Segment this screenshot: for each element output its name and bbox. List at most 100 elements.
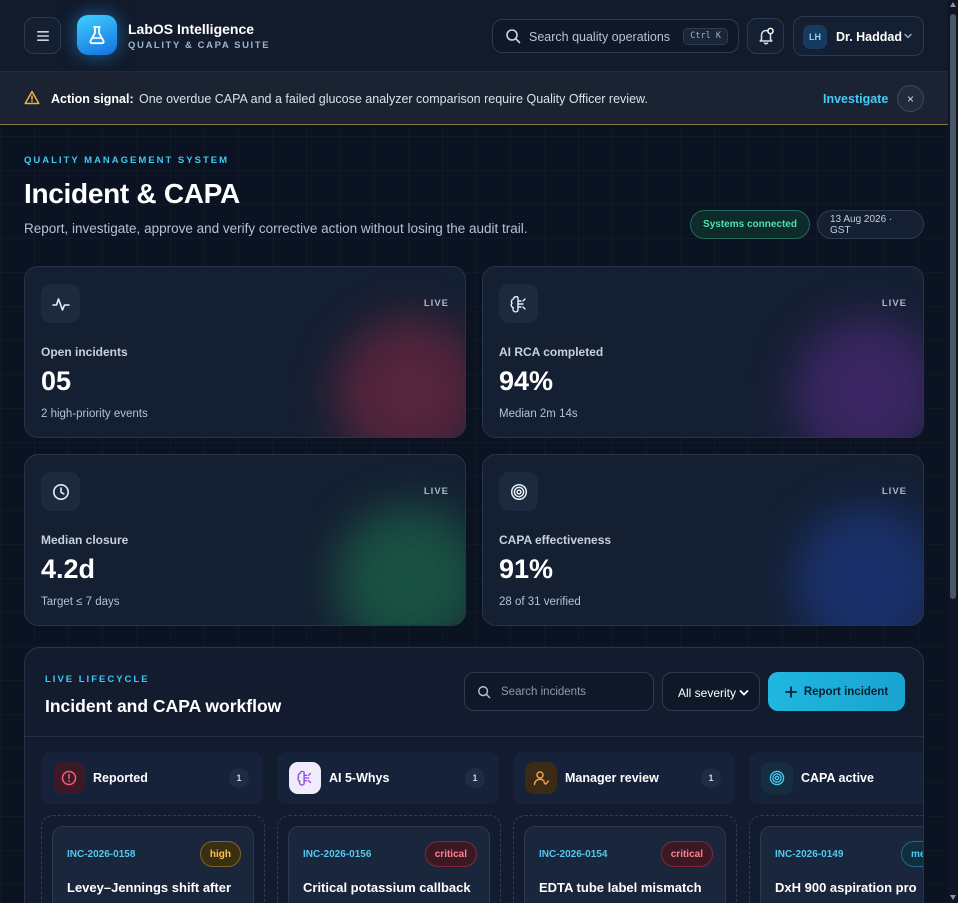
live-tag: LIVE: [881, 298, 907, 309]
column-capa-active: INC-2026-0149 medium DxH 900 aspiration …: [749, 815, 923, 903]
user-name: Dr. Haddad: [836, 30, 902, 44]
kpi-label: Open incidents: [41, 345, 128, 359]
stage-count: 1: [701, 768, 721, 788]
kpi-footnote: Target ≤ 7 days: [41, 596, 120, 608]
stage-count: 1: [465, 768, 485, 788]
incident-card[interactable]: INC-2026-0156 critical Critical potassiu…: [288, 826, 490, 903]
kpi-footnote: 2 high-priority events: [41, 408, 148, 420]
kpi-icon-box: [499, 472, 538, 511]
workflow-panel: LIVE LIFECYCLE Incident and CAPA workflo…: [24, 647, 924, 903]
clock-icon: [52, 483, 69, 500]
severity-badge: critical: [660, 841, 713, 867]
kpi-card-median-closure[interactable]: LIVE Median closure 4.2d Target ≤ 7 days: [24, 454, 466, 626]
avatar: LH: [803, 25, 827, 49]
incident-card[interactable]: INC-2026-0149 medium DxH 900 aspiration …: [760, 826, 923, 903]
scroll-down-arrow[interactable]: [950, 895, 956, 900]
live-tag: LIVE: [423, 298, 449, 309]
stage-name: AI 5-Whys: [329, 771, 390, 785]
bell-icon: [758, 27, 774, 45]
target-icon: [510, 483, 527, 500]
user-icon: [533, 771, 550, 786]
stage-name: CAPA active: [801, 771, 874, 785]
stage-capa-active[interactable]: CAPA active: [749, 752, 923, 804]
incident-title: EDTA tube label mismatch: [539, 880, 702, 895]
warning-icon: [24, 90, 40, 105]
kpi-value: 91%: [499, 554, 554, 584]
incident-id: INC-2026-0154: [539, 849, 608, 860]
investigate-link[interactable]: Investigate: [823, 92, 888, 106]
kpi-value: 94%: [499, 366, 554, 396]
stage-count: 1: [229, 768, 249, 788]
status-badge: Systems connected: [690, 210, 810, 239]
page-subtitle: Report, investigate, approve and verify …: [24, 221, 528, 236]
kpi-footnote: Median 2m 14s: [499, 408, 578, 420]
scroll-thumb[interactable]: [950, 14, 956, 599]
incident-title: DxH 900 aspiration pro: [775, 880, 917, 895]
pulse-icon: [51, 297, 70, 311]
hamburger-icon: [36, 30, 49, 41]
brain-icon: [297, 770, 312, 786]
stage-icon-box: [53, 762, 85, 794]
report-incident-button[interactable]: Report incident: [768, 672, 905, 711]
global-search-placeholder: Search quality operations: [529, 30, 671, 44]
stage-icon-box: [525, 762, 557, 794]
user-menu[interactable]: LH Dr. Haddad: [793, 16, 924, 56]
kpi-label: CAPA effectiveness: [499, 533, 612, 547]
brand-title: LabOS Intelligence: [128, 21, 255, 37]
global-search-input[interactable]: Search quality operations Ctrl K: [492, 19, 739, 53]
kpi-glow: [335, 505, 465, 625]
brain-icon: [510, 295, 526, 313]
brand-subtitle: QUALITY & CAPA SUITE: [128, 40, 271, 51]
incident-card[interactable]: INC-2026-0158 high Levey–Jennings shift …: [52, 826, 254, 903]
stage-reported[interactable]: Reported 1: [41, 752, 263, 804]
notifications-button[interactable]: [747, 18, 784, 54]
top-bar: LabOS Intelligence QUALITY & CAPA SUITE …: [0, 0, 948, 72]
plus-icon: [784, 685, 797, 698]
kpi-glow: [335, 317, 465, 437]
stage-manager-review[interactable]: Manager review 1: [513, 752, 735, 804]
workflow-eyebrow: LIVE LIFECYCLE: [45, 674, 150, 685]
incident-id: INC-2026-0158: [67, 849, 136, 860]
chevron-down-icon: [904, 33, 912, 39]
kpi-value: 4.2d: [41, 554, 96, 584]
stage-ai-5-whys[interactable]: AI 5-Whys 1: [277, 752, 499, 804]
incident-search-input[interactable]: Search incidents: [464, 672, 654, 711]
target-icon: [769, 770, 785, 786]
action-signal-banner: Action signal: One overdue CAPA and a fa…: [0, 72, 948, 125]
incident-title: Critical potassium callback: [303, 880, 471, 895]
severity-select[interactable]: All severity: [662, 672, 760, 711]
live-tag: LIVE: [881, 486, 907, 497]
incident-id: INC-2026-0149: [775, 849, 844, 860]
close-alert-button[interactable]: ×: [897, 85, 924, 112]
stage-name: Manager review: [565, 771, 659, 785]
stage-icon-box: [761, 762, 793, 794]
kpi-icon-box: [41, 472, 80, 511]
stage-icon-box: [289, 762, 321, 794]
app-logo[interactable]: [77, 15, 117, 55]
incident-search-placeholder: Search incidents: [501, 686, 587, 698]
kpi-card-capa-effectiveness[interactable]: LIVE CAPA effectiveness 91% 28 of 31 ver…: [482, 454, 924, 626]
kpi-label: Median closure: [41, 533, 129, 547]
alert-label: Action signal:: [51, 92, 134, 106]
divider: [25, 736, 923, 737]
severity-badge: critical: [424, 841, 477, 867]
section-eyebrow: QUALITY MANAGEMENT SYSTEM: [24, 155, 229, 166]
page-scrollbar[interactable]: [948, 0, 958, 903]
alert-circle-icon: [61, 770, 77, 786]
flask-icon: [89, 26, 105, 45]
incident-card[interactable]: INC-2026-0154 critical EDTA tube label m…: [524, 826, 726, 903]
incident-title: Levey–Jennings shift after: [67, 880, 231, 895]
menu-button[interactable]: [24, 17, 61, 54]
chevron-down-icon: [739, 690, 749, 696]
kpi-card-open-incidents[interactable]: LIVE Open incidents 05 2 high-priority e…: [24, 266, 466, 438]
scroll-up-arrow[interactable]: [950, 2, 956, 7]
search-icon: [506, 29, 521, 44]
kpi-glow: [793, 317, 923, 437]
report-incident-label: Report incident: [803, 685, 889, 698]
column-ai-5-whys: INC-2026-0156 critical Critical potassiu…: [277, 815, 501, 903]
close-icon: ×: [906, 91, 914, 106]
severity-badge: medium: [901, 841, 923, 867]
kpi-card-ai-rca[interactable]: LIVE AI RCA completed 94% Median 2m 14s: [482, 266, 924, 438]
stage-name: Reported: [93, 771, 148, 785]
search-icon: [478, 686, 491, 699]
